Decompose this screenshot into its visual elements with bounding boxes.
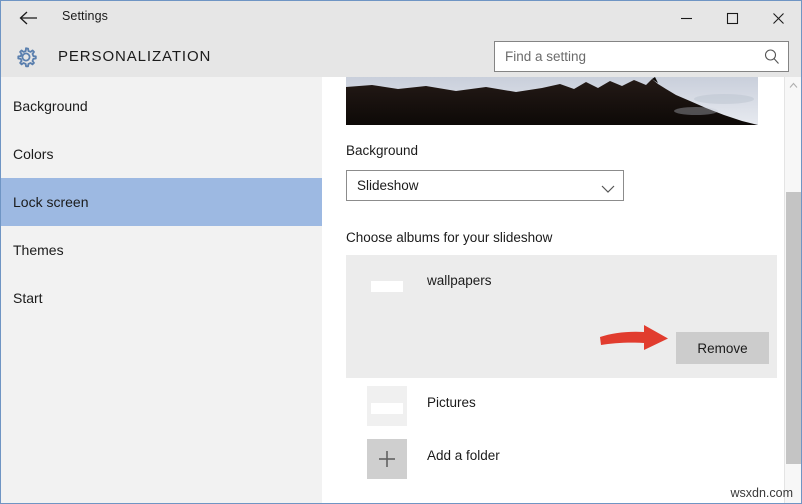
- content-scrollbar[interactable]: [784, 77, 801, 503]
- sidebar-item-lock-screen[interactable]: Lock screen: [1, 178, 322, 226]
- scroll-up-icon[interactable]: [785, 77, 801, 94]
- list-item-add-a-folder[interactable]: Add a folder: [346, 434, 777, 487]
- album-name: wallpapers: [427, 273, 492, 288]
- close-icon: [772, 13, 784, 24]
- folder-tile-icon: [367, 264, 407, 304]
- page-title: PERSONALIZATION: [58, 48, 212, 65]
- list-item-wallpapers[interactable]: wallpapers: [346, 255, 777, 308]
- albums-section-label: Choose albums for your slideshow: [346, 230, 553, 245]
- remove-button[interactable]: Remove: [676, 332, 769, 364]
- sidebar-item-label: Themes: [13, 242, 64, 258]
- list-item-pictures[interactable]: Pictures: [346, 381, 777, 434]
- settings-window: Settings PERSONALIZATION Find a setting …: [0, 0, 802, 504]
- back-button[interactable]: [11, 3, 47, 33]
- sidebar-item-label: Colors: [13, 146, 54, 162]
- sidebar-item-label: Background: [13, 98, 88, 114]
- plus-icon: [367, 439, 407, 479]
- chevron-down-icon: [601, 181, 615, 193]
- window-title: Settings: [62, 9, 108, 23]
- lock-screen-preview-image: [346, 77, 758, 125]
- title-bar: Settings: [1, 1, 801, 36]
- album-name: Add a folder: [427, 448, 500, 463]
- background-section-label: Background: [346, 143, 419, 158]
- sidebar-item-themes[interactable]: Themes: [1, 226, 322, 274]
- sidebar-item-start[interactable]: Start: [1, 274, 322, 322]
- sidebar-item-background[interactable]: Background: [1, 82, 322, 130]
- search-icon[interactable]: [763, 48, 781, 66]
- window-controls: [663, 1, 801, 36]
- sidebar-item-label: Lock screen: [13, 194, 89, 210]
- minimize-button[interactable]: [663, 1, 709, 36]
- album-name: Pictures: [427, 395, 476, 410]
- back-arrow-icon: [19, 11, 37, 25]
- watermark: wsxdn.com: [730, 486, 793, 500]
- close-button[interactable]: [755, 1, 801, 36]
- search-input[interactable]: [495, 42, 760, 71]
- search-box[interactable]: [494, 41, 789, 72]
- scrollbar-thumb[interactable]: [786, 192, 801, 464]
- minimize-icon: [680, 17, 692, 20]
- maximize-button[interactable]: [709, 1, 755, 36]
- page-header: PERSONALIZATION: [1, 36, 801, 77]
- content-pane: Background Slideshow Choose albums for y…: [322, 77, 801, 503]
- folder-tile-icon: [367, 386, 407, 426]
- sidebar-item-label: Start: [13, 290, 43, 306]
- sidebar-item-colors[interactable]: Colors: [1, 130, 322, 178]
- gear-icon: [12, 43, 40, 71]
- sidebar: Background Colors Lock screen Themes Sta…: [1, 77, 322, 503]
- dropdown-selected-value: Slideshow: [357, 178, 419, 193]
- maximize-icon: [726, 12, 738, 25]
- background-type-dropdown[interactable]: Slideshow: [346, 170, 624, 201]
